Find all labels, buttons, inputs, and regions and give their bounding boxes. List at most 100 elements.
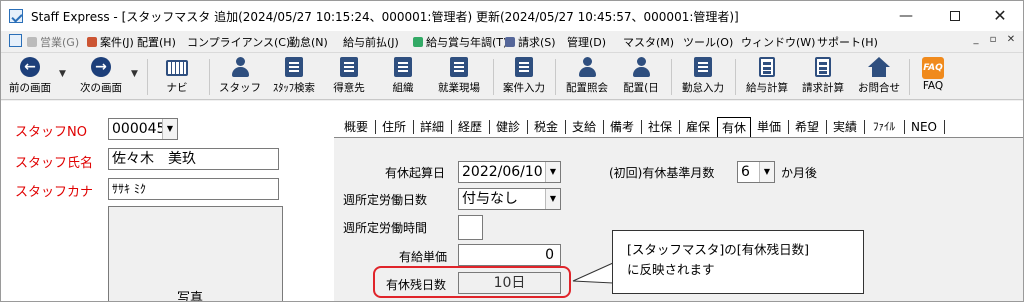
leave-start-date-picker[interactable]: 2022/06/10 ▼ — [458, 161, 561, 183]
tab-divider — [904, 120, 905, 134]
next-screen-button[interactable]: → 次の画面 — [73, 55, 129, 99]
menu-admin[interactable]: 管理(D) — [567, 34, 606, 50]
staff-button[interactable]: スタッフ — [219, 55, 261, 99]
prev-screen-button[interactable]: ← 前の画面 — [5, 55, 55, 99]
staff-search-button[interactable]: ｽﾀｯﾌ検索 — [267, 55, 321, 99]
base-months-select[interactable]: 6 ▼ — [737, 161, 775, 183]
case-icon — [87, 37, 97, 47]
tab-neo[interactable]: NEO — [907, 117, 941, 137]
base-months-label: (初回)有休基準月数 — [609, 166, 715, 180]
placement-day-icon — [631, 57, 651, 78]
close-button[interactable]: ✕ — [977, 1, 1023, 31]
tab-divider — [451, 120, 452, 134]
worksite-button[interactable]: 就業現場 — [433, 55, 485, 99]
home-icon — [868, 57, 890, 77]
navi-button[interactable]: ナビ — [157, 55, 197, 99]
menu-master[interactable]: マスタ(M) — [623, 34, 674, 50]
leave-start-date-label: 有休起算日 — [385, 166, 446, 180]
toolbar-separator — [493, 59, 494, 95]
tab-divider — [603, 120, 604, 134]
placement-inquiry-button[interactable]: 配置照会 — [561, 55, 613, 99]
menu-support[interactable]: サポート(H) — [817, 34, 878, 50]
tab-notes[interactable]: 備考 — [606, 117, 638, 137]
menu-attendance[interactable]: 勤怠(N) — [289, 34, 328, 50]
tab-unit-price[interactable]: 単価 — [753, 117, 785, 137]
menu-sales[interactable]: 営業(G) — [27, 34, 79, 50]
chevron-down-icon: ▼ — [545, 162, 560, 182]
billing-calc-icon — [815, 57, 831, 77]
menu-case[interactable]: 案件(J) — [87, 34, 134, 50]
highlight-frame — [373, 266, 571, 298]
keyboard-icon — [166, 60, 188, 76]
window-title: Staff Express - [スタッフマスタ 追加(2024/05/27 1… — [31, 10, 739, 24]
menu-payroll-bonus[interactable]: 給与賞与年調(T) — [413, 34, 507, 50]
menu-compliance[interactable]: コンプライアンス(C) — [187, 34, 290, 50]
sales-icon — [27, 37, 37, 47]
tab-results[interactable]: 実績 — [829, 117, 861, 137]
tab-employment-insurance[interactable]: 雇保 — [682, 117, 714, 137]
case-input-button[interactable]: 案件入力 — [499, 55, 549, 99]
menu-bar: 営業(G) 案件(J) 配置(H) コンプライアンス(C) 勤怠(N) 給与前払… — [1, 31, 1023, 51]
tab-divider — [413, 120, 414, 134]
tab-address[interactable]: 住所 — [378, 117, 410, 137]
staff-no-select[interactable]: 000045 ▼ — [108, 118, 178, 140]
menu-tools[interactable]: ツール(O) — [683, 34, 733, 50]
staff-kana-field[interactable]: ｻｻｷ ﾐｸ — [108, 178, 279, 200]
worksite-icon — [450, 57, 468, 77]
callout-line-1: [スタッフマスタ]の[有休残日数] — [627, 242, 810, 257]
maximize-button[interactable] — [932, 1, 978, 31]
tab-divider — [565, 120, 566, 134]
app-check-icon — [9, 9, 23, 23]
attendance-input-button[interactable]: 勤怠入力 — [677, 55, 729, 99]
staff-name-field[interactable]: 佐々木 美玖 — [108, 148, 279, 170]
staff-icon — [230, 57, 250, 78]
tab-preferences[interactable]: 希望 — [791, 117, 823, 137]
arrow-left-icon: ← — [20, 57, 40, 77]
tab-details[interactable]: 詳細 — [416, 117, 448, 137]
tab-health-check[interactable]: 健診 — [492, 117, 524, 137]
payroll-calc-icon — [759, 57, 775, 77]
mdi-restore-button[interactable]: ▫ — [986, 33, 1000, 47]
organization-button[interactable]: 組織 — [385, 55, 421, 99]
payroll-calc-button[interactable]: 給与計算 — [741, 55, 793, 99]
faq-icon: FAQ — [922, 57, 944, 79]
tab-divider — [489, 120, 490, 134]
toolbar-separator — [671, 59, 672, 95]
tab-history[interactable]: 経歴 — [454, 117, 486, 137]
placement-inquiry-icon — [577, 57, 597, 78]
app-menu-icon[interactable] — [9, 34, 22, 47]
tab-overview[interactable]: 概要 — [340, 117, 372, 137]
callout-pointer — [572, 262, 614, 284]
inquiry-button[interactable]: お問合せ — [853, 55, 905, 99]
paid-unit-price-field[interactable]: 0 — [458, 244, 561, 266]
tab-payment[interactable]: 支給 — [568, 117, 600, 137]
mdi-minimize-button[interactable]: _ — [969, 33, 983, 47]
tab-tax[interactable]: 税金 — [530, 117, 562, 137]
minimize-button[interactable]: — — [883, 1, 929, 31]
billing-calc-button[interactable]: 請求計算 — [797, 55, 849, 99]
menu-billing[interactable]: 請求(S) — [505, 34, 556, 50]
staff-kana-label: スタッフカナ — [15, 185, 94, 200]
next-dropdown-icon[interactable]: ▼ — [131, 69, 138, 79]
title-bar: Staff Express - [スタッフマスタ 追加(2024/05/27 1… — [1, 1, 1023, 31]
tab-file[interactable]: ﾌｧｲﾙ — [867, 117, 901, 137]
menu-placement[interactable]: 配置(H) — [137, 34, 176, 50]
tab-paid-leave[interactable]: 有休 — [717, 117, 751, 137]
chevron-down-icon: ▼ — [162, 119, 177, 139]
menu-payroll-advance[interactable]: 給与前払(J) — [343, 34, 399, 50]
weekly-hours-field[interactable] — [458, 215, 483, 240]
menu-window[interactable]: ウィンドウ(W) — [741, 34, 815, 50]
faq-button[interactable]: FAQ FAQ — [917, 55, 949, 99]
customer-button[interactable]: 得意先 — [329, 55, 369, 99]
callout-line-2: に反映されます — [627, 262, 715, 277]
placement-day-button[interactable]: 配置(日 — [619, 55, 663, 99]
mdi-close-button[interactable]: ✕ — [1004, 33, 1018, 47]
tab-social-insurance[interactable]: 社保 — [644, 117, 676, 137]
base-months-unit: か月後 — [781, 166, 818, 180]
arrow-right-icon: → — [91, 57, 111, 77]
billing-icon — [505, 37, 515, 47]
chevron-down-icon: ▼ — [759, 162, 774, 182]
weekly-days-select[interactable]: 付与なし ▼ — [458, 188, 561, 210]
customer-icon — [340, 57, 358, 77]
prev-dropdown-icon[interactable]: ▼ — [59, 69, 66, 79]
